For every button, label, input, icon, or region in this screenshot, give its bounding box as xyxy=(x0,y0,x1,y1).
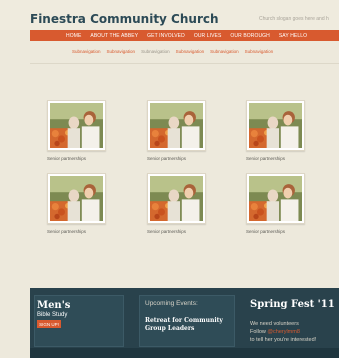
gallery-photo[interactable] xyxy=(147,100,206,151)
events-heading: Upcoming Events: xyxy=(145,300,198,307)
gallery-photo[interactable] xyxy=(47,173,106,224)
fest-follow-text: Follow @cherylmm8 xyxy=(250,329,300,335)
sign-up-button[interactable]: SIGN UP! xyxy=(37,320,61,328)
nav-item-get-involved[interactable]: GET INVOLVED xyxy=(147,33,185,39)
site-header: Finestra Community Church Church slogan … xyxy=(0,0,339,30)
gallery-caption[interactable]: Senior partnerships xyxy=(147,229,186,234)
subnav-item[interactable]: Subnavigation xyxy=(107,49,136,54)
subnav-item[interactable]: Subnavigation xyxy=(245,49,274,54)
gallery-caption[interactable]: Senior partnerships xyxy=(47,229,86,234)
twitter-handle-link[interactable]: @cherylmm8 xyxy=(267,329,299,335)
gallery-photo[interactable] xyxy=(246,173,305,224)
gallery-photo[interactable] xyxy=(147,173,206,224)
nav-item-our-borough[interactable]: OUR BOROUGH xyxy=(230,33,269,39)
sub-nav: Subnavigation Subnavigation Subnavigatio… xyxy=(72,47,312,55)
nav-item-home[interactable]: HOME xyxy=(66,33,81,39)
event-link[interactable]: Retreat for Community Group Leaders xyxy=(145,317,225,332)
fest-follow-prefix: Follow xyxy=(250,329,268,335)
site-slogan: Church slogan goes here and h xyxy=(259,16,329,22)
gallery-caption[interactable]: Senior partnerships xyxy=(47,156,86,161)
subnav-item[interactable]: Subnavigation xyxy=(176,49,205,54)
fest-interest-text: to tell her you're interested! xyxy=(250,337,317,343)
subnav-item[interactable]: Subnavigation xyxy=(210,49,239,54)
footer-strip xyxy=(30,348,339,358)
mens-subtitle: Bible Study xyxy=(37,312,68,318)
gallery-photo[interactable] xyxy=(47,100,106,151)
nav-item-say-hello[interactable]: SAY HELLO xyxy=(279,33,307,39)
nav-item-about[interactable]: ABOUT THE ABBEY xyxy=(90,33,138,39)
gallery-photo[interactable] xyxy=(246,100,305,151)
spring-fest-title: Spring Fest '11 xyxy=(250,299,335,310)
subnav-item[interactable]: Subnavigation xyxy=(141,49,170,54)
mens-title: Men's xyxy=(37,300,71,311)
subnav-item[interactable]: Subnavigation xyxy=(72,49,101,54)
gallery-caption[interactable]: Senior partnerships xyxy=(147,156,186,161)
nav-item-our-lives[interactable]: OUR LIVES xyxy=(194,33,222,39)
main-nav: HOME ABOUT THE ABBEY GET INVOLVED OUR LI… xyxy=(30,30,339,41)
content-divider xyxy=(30,63,339,64)
site-title[interactable]: Finestra Community Church xyxy=(30,12,219,26)
gallery-caption[interactable]: Senior partnerships xyxy=(246,156,285,161)
fest-volunteers-text: We need volunteers xyxy=(250,321,299,327)
gallery-caption[interactable]: Senior partnerships xyxy=(246,229,285,234)
